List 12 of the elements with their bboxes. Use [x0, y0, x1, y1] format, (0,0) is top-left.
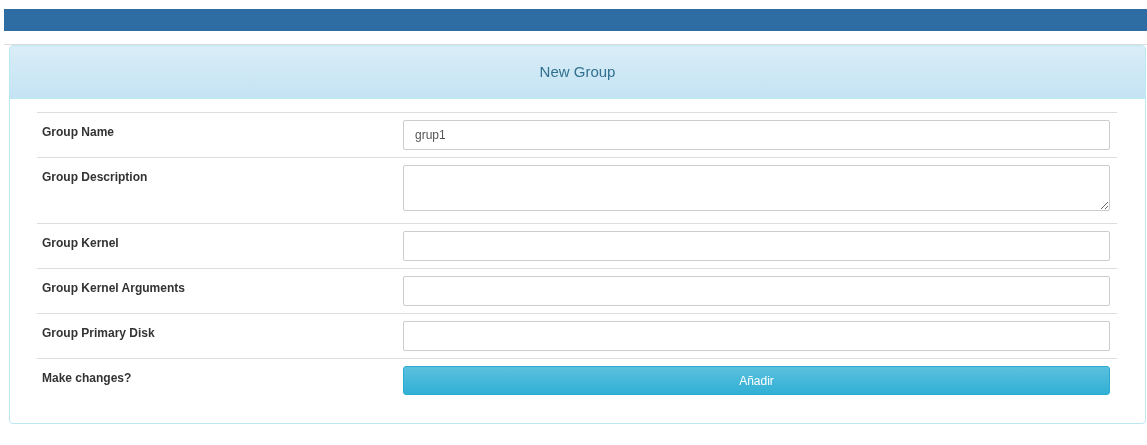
field-label: Group Name	[41, 124, 115, 141]
field-label: Group Description	[41, 169, 149, 186]
field-label: Group Primary Disk	[41, 325, 156, 342]
input-field[interactable]: grup1	[403, 120, 1110, 150]
field-label: Group Kernel	[41, 235, 120, 252]
text-area[interactable]	[403, 165, 1110, 211]
input-field[interactable]	[403, 231, 1110, 261]
field-label: Group Kernel Arguments	[41, 280, 186, 297]
panel-title: New Group	[539, 61, 616, 82]
input-field[interactable]	[403, 321, 1110, 351]
input-field[interactable]	[403, 276, 1110, 306]
field-label: Make changes?	[41, 370, 133, 387]
